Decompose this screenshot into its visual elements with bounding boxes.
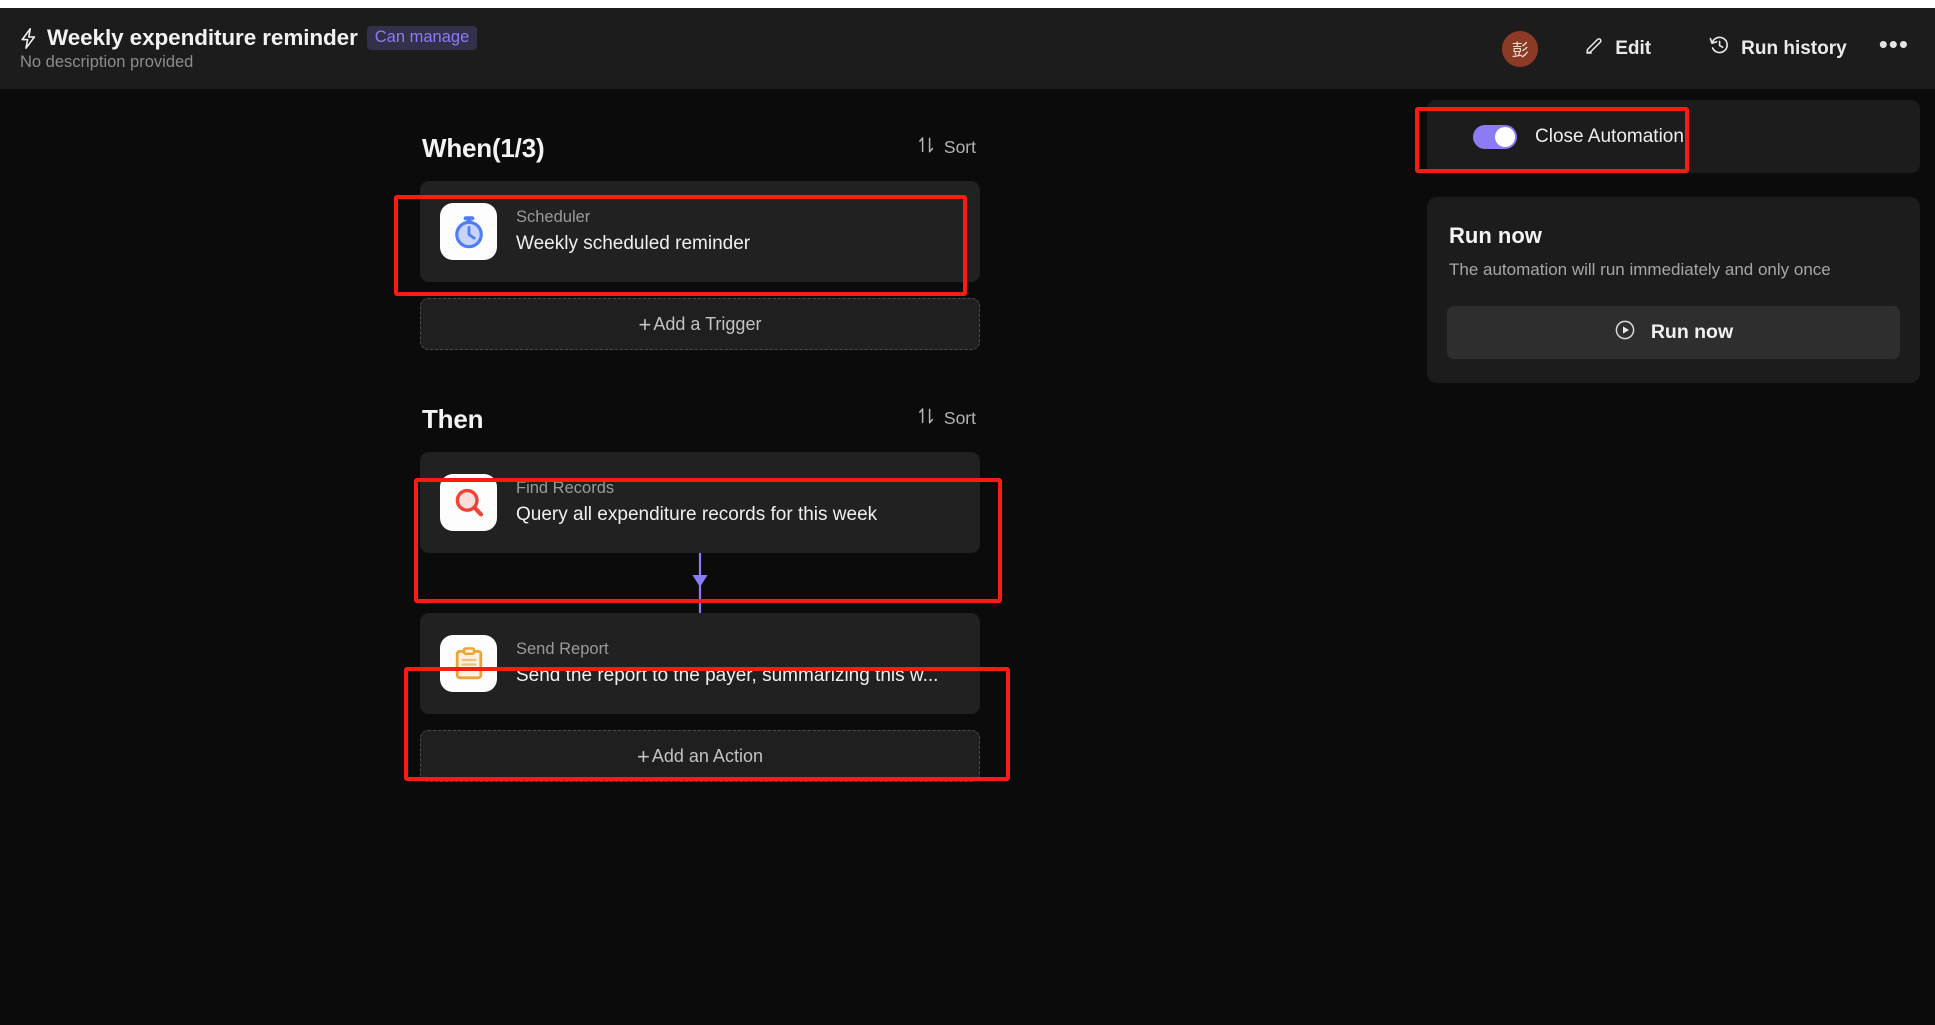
node-description: Send the report to the payer, summarizin… — [516, 664, 939, 686]
permission-badge: Can manage — [366, 25, 478, 51]
node-type-label: Find Records — [516, 478, 615, 497]
add-action-button[interactable]: + Add an Action — [420, 730, 980, 782]
node-text-send-report: Send Report Send the report to the payer… — [516, 640, 938, 688]
page-subtitle: No description provided — [20, 53, 194, 71]
close-automation-card: Close Automation — [1427, 100, 1920, 173]
node-text-find-records: Find Records Query all expenditure recor… — [516, 479, 877, 527]
header-right-group: 彭 Edit Run history ••• — [1502, 27, 1935, 70]
then-section-title: Then — [422, 404, 484, 434]
node-card-send-report[interactable]: Send Report Send the report to the payer… — [420, 613, 980, 714]
run-now-button[interactable]: Run now — [1447, 306, 1900, 359]
spacer-when — [420, 282, 980, 298]
avatar[interactable]: 彭 — [1502, 30, 1539, 67]
close-automation-toggle[interactable] — [1473, 124, 1517, 149]
lightning-bolt-icon — [18, 27, 38, 49]
page-title: Weekly expenditure reminder — [47, 25, 358, 50]
when-section: When(1/3) Sort Scheduler Weekly schedule… — [420, 133, 980, 350]
then-section: Then Sort Find Records Query all expendi… — [420, 404, 980, 782]
when-section-title: When(1/3) — [422, 133, 545, 163]
sort-arrows-icon — [918, 136, 935, 159]
add-trigger-label: Add a Trigger — [653, 313, 762, 334]
then-sort-label: Sort — [943, 408, 976, 428]
node-connector-arrow — [420, 553, 980, 613]
app-header: Weekly expenditure reminder Can manage N… — [0, 8, 1935, 89]
when-section-header: When(1/3) Sort — [420, 133, 980, 164]
automation-flow: When(1/3) Sort Scheduler Weekly schedule… — [420, 133, 980, 782]
automation-editor-page: Weekly expenditure reminder Can manage N… — [0, 0, 1935, 1025]
run-now-title: Run now — [1449, 223, 1542, 248]
node-card-scheduler[interactable]: Scheduler Weekly scheduled reminder — [420, 181, 980, 282]
run-now-card: Run now The automation will run immediat… — [1427, 197, 1920, 383]
then-sort-button[interactable]: Sort — [914, 405, 980, 432]
sort-arrows-icon — [918, 407, 935, 430]
pencil-icon — [1584, 36, 1604, 62]
when-sort-button[interactable]: Sort — [914, 134, 980, 161]
stopwatch-icon — [440, 203, 497, 260]
node-type-label: Scheduler — [516, 207, 591, 226]
title-row: Weekly expenditure reminder Can manage — [18, 25, 478, 51]
toggle-knob — [1495, 126, 1515, 147]
run-now-subtitle: The automation will run immediately and … — [1449, 260, 1831, 279]
node-card-find-records[interactable]: Find Records Query all expenditure recor… — [420, 452, 980, 553]
spacer-then — [420, 714, 980, 730]
spacer-sections — [420, 350, 980, 404]
header-left-group: Weekly expenditure reminder Can manage N… — [0, 25, 478, 72]
edit-button[interactable]: Edit — [1570, 28, 1665, 70]
node-description: Query all expenditure records for this w… — [516, 503, 878, 525]
edit-button-label: Edit — [1615, 37, 1652, 59]
node-description: Weekly scheduled reminder — [516, 232, 751, 254]
history-clock-icon — [1709, 35, 1730, 62]
then-section-header: Then Sort — [420, 404, 980, 435]
close-automation-label: Close Automation — [1535, 125, 1684, 147]
node-type-label: Send Report — [516, 639, 609, 658]
run-now-button-label: Run now — [1650, 321, 1734, 343]
node-text-scheduler: Scheduler Weekly scheduled reminder — [516, 208, 750, 256]
clipboard-icon — [440, 635, 497, 692]
when-sort-label: Sort — [943, 137, 976, 157]
play-circle-icon — [1614, 319, 1636, 347]
run-history-button-label: Run history — [1741, 37, 1847, 59]
add-action-label: Add an Action — [651, 745, 763, 766]
automation-canvas: When(1/3) Sort Scheduler Weekly schedule… — [0, 89, 1935, 1025]
more-horizontal-icon[interactable]: ••• — [1861, 31, 1917, 60]
right-side-panel: Close Automation Run now The automation … — [1427, 100, 1920, 383]
magnifier-icon — [440, 474, 497, 531]
run-history-button[interactable]: Run history — [1695, 27, 1861, 70]
add-trigger-button[interactable]: + Add a Trigger — [420, 298, 980, 350]
